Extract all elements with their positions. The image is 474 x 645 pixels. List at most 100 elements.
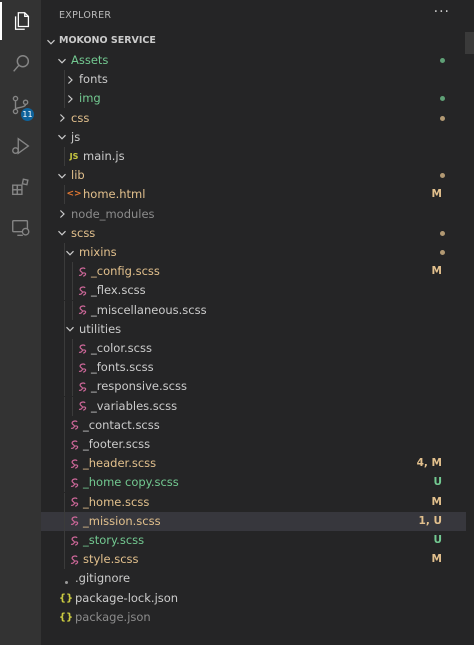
javascript-file-icon: JS — [69, 152, 79, 161]
folder-item-mixins[interactable]: mixins — [41, 243, 466, 262]
file-item-flex-scss[interactable]: _flex.scss — [41, 281, 466, 301]
chevron-right-icon[interactable] — [56, 109, 68, 128]
sass-file-icon — [75, 397, 89, 416]
sass-file-icon — [67, 454, 81, 473]
chevron-right-icon[interactable] — [64, 89, 76, 108]
tree-item-label: _header.scss — [83, 456, 157, 471]
git-status-badge: M — [431, 495, 442, 508]
explorer-sidebar: EXPLORER ··· MOKONO SERVICE Assets fonts i… — [41, 0, 474, 645]
tree-item-label: _flex.scss — [91, 283, 146, 298]
run-debug-icon[interactable] — [0, 127, 41, 165]
more-actions-icon[interactable]: ··· — [434, 4, 450, 20]
activity-bar: 11 — [0, 0, 41, 645]
chevron-down-icon[interactable] — [56, 166, 68, 185]
sass-file-icon — [67, 531, 81, 550]
explorer-header: EXPLORER ··· — [41, 0, 474, 32]
folder-item-utilities[interactable]: utilities — [41, 319, 466, 339]
folder-item-scss[interactable]: scss — [41, 224, 466, 243]
chevron-down-icon[interactable] — [56, 224, 68, 243]
sass-file-icon — [75, 301, 89, 320]
file-item-style-scss[interactable]: style.scss M — [41, 550, 466, 570]
modified-dot-icon — [440, 58, 445, 63]
file-item-header-scss[interactable]: _header.scss 4, M — [41, 454, 466, 474]
chevron-down-icon[interactable] — [64, 243, 76, 262]
tree-item-label: home.html — [83, 187, 146, 202]
indent-guide — [64, 531, 65, 550]
git-status-badge: 4, M — [416, 457, 442, 470]
file-item-story-scss[interactable]: _story.scss U — [41, 531, 466, 550]
indent-guide — [64, 415, 65, 435]
folder-item-lib[interactable]: lib — [41, 166, 466, 185]
git-status-badge: U — [433, 534, 442, 546]
tree-item-label: img — [79, 91, 101, 106]
scrollbar-thumb[interactable] — [465, 32, 474, 54]
file-item-responsive-scss[interactable]: _responsive.scss — [41, 377, 466, 397]
indent-guide — [64, 185, 65, 205]
tree-item-label: Assets — [71, 53, 109, 67]
modified-dot-icon — [440, 115, 445, 121]
source-control-badge: 11 — [21, 108, 34, 121]
chevron-down-icon[interactable] — [56, 51, 68, 70]
file-item-home-copy-scss[interactable]: _home copy.scss U — [41, 473, 466, 493]
json-file-icon: {} — [58, 592, 74, 604]
file-item-config-scss[interactable]: _config.scss M — [41, 262, 466, 282]
sass-file-icon — [75, 262, 89, 281]
chevron-right-icon[interactable] — [56, 205, 68, 224]
git-status-badge: M — [431, 265, 442, 278]
tree-item-label: _home copy.scss — [83, 475, 179, 490]
tree-item-label: scss — [71, 225, 96, 240]
file-item-main-js[interactable]: JS main.js — [41, 147, 466, 166]
file-item-home-scss[interactable]: _home.scss M — [41, 492, 466, 512]
git-status-badge: 1, U — [418, 514, 442, 527]
folder-item-assets[interactable]: Assets — [41, 51, 466, 70]
indent-guide — [72, 300, 73, 320]
indent-guide — [72, 281, 73, 301]
html-file-icon: <> — [66, 189, 82, 200]
extensions-icon[interactable] — [0, 168, 41, 206]
file-item-footer-scss[interactable]: _footer.scss — [41, 435, 466, 454]
file-item-home-html[interactable]: <> home.html M — [41, 185, 466, 205]
indent-guide — [64, 262, 65, 282]
explorer-title: EXPLORER — [59, 10, 112, 21]
gitignore-file-icon — [59, 569, 73, 588]
folder-item-img[interactable]: img — [41, 89, 466, 109]
file-item-variables-scss[interactable]: _variables.scss — [41, 396, 466, 416]
file-item-package-json[interactable]: {} package.json — [41, 608, 466, 627]
file-item-contact-scss[interactable]: _contact.scss — [41, 415, 466, 435]
sass-file-icon — [75, 281, 89, 300]
tree-item-label: js — [71, 129, 81, 144]
file-item-mission-scss[interactable]: _mission.scss 1, U — [41, 511, 466, 531]
explorer-icon[interactable] — [0, 2, 41, 40]
workspace-section-header[interactable]: MOKONO SERVICE — [41, 32, 474, 51]
folder-item-node-modules[interactable]: node_modules — [41, 205, 466, 224]
tree-item-label: _contact.scss — [83, 417, 160, 432]
folder-item-js[interactable]: js — [41, 128, 466, 147]
chevron-down-icon[interactable] — [56, 128, 68, 147]
sass-file-icon — [67, 550, 81, 569]
tree-item-label: mixins — [79, 245, 117, 259]
file-item-miscellaneous-scss[interactable]: _miscellaneous.scss — [41, 300, 466, 320]
folder-item-fonts[interactable]: fonts — [41, 70, 466, 90]
chevron-down-icon[interactable] — [64, 320, 76, 339]
indent-guide — [72, 396, 73, 416]
file-item-fonts-scss[interactable]: _fonts.scss — [41, 358, 466, 378]
indent-guide — [64, 454, 65, 474]
tree-item-label: _footer.scss — [83, 437, 151, 451]
folder-item-css[interactable]: css — [41, 109, 466, 128]
sass-file-icon — [67, 512, 81, 531]
indent-guide — [64, 339, 65, 358]
file-item-color-scss[interactable]: _color.scss — [41, 339, 466, 358]
tree-item-label: _story.scss — [83, 533, 145, 547]
tree-item-label: package.json — [75, 609, 151, 624]
file-item-gitignore[interactable]: .gitignore — [41, 569, 466, 588]
sass-file-icon — [67, 416, 81, 435]
chevron-right-icon[interactable] — [64, 70, 76, 89]
file-item-package-lock-json[interactable]: {} package-lock.json — [41, 589, 466, 608]
remote-explorer-icon[interactable] — [0, 209, 41, 247]
source-control-icon[interactable]: 11 — [0, 86, 41, 124]
sass-file-icon — [67, 493, 81, 512]
indent-guide — [64, 396, 65, 416]
search-icon[interactable] — [0, 45, 41, 83]
modified-dot-icon — [440, 96, 445, 102]
tree-item-label: lib — [71, 168, 85, 183]
